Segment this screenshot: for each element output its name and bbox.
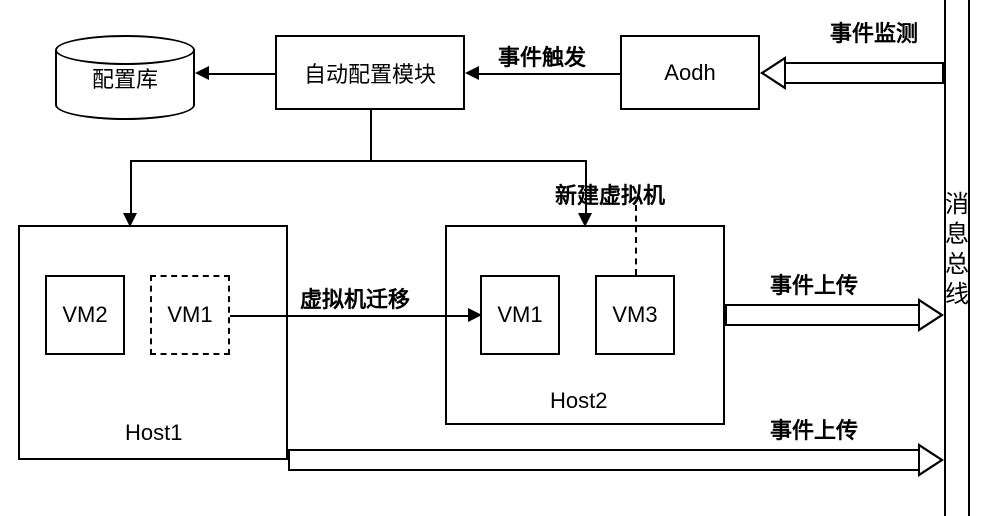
- host1-label: Host1: [125, 420, 182, 446]
- edge-autoconfig-to-db: [208, 73, 275, 75]
- arrowhead-icon: [468, 308, 482, 322]
- vm1-dst-label: VM1: [497, 302, 542, 328]
- migration-label: 虚拟机迁移: [300, 282, 410, 314]
- auto-config-module: 自动配置模块: [275, 35, 465, 110]
- aodh-module: Aodh: [620, 35, 760, 110]
- edge-new-vm: [635, 205, 637, 275]
- bus-char-4: 线: [945, 281, 969, 308]
- edge-autoconfig-split: [130, 160, 585, 162]
- vm3-label: VM3: [612, 302, 657, 328]
- config-db: 配置库: [55, 35, 195, 120]
- event-upload-label-1: 事件上传: [770, 268, 858, 300]
- auto-config-label: 自动配置模块: [304, 57, 436, 89]
- vm2-label: VM2: [62, 302, 107, 328]
- event-monitor-label: 事件监测: [830, 16, 918, 48]
- event-trigger-label: 事件触发: [498, 40, 586, 72]
- edge-vm-migration: [230, 315, 470, 317]
- aodh-label: Aodh: [664, 60, 715, 86]
- edge-host2-to-bus: [725, 298, 944, 332]
- new-vm-label: 新建虚拟机: [555, 178, 665, 210]
- vm1-dest: VM1: [480, 275, 560, 355]
- edge-autoconfig-down: [370, 110, 372, 160]
- host2-label: Host2: [550, 388, 607, 414]
- edge-host1-to-bus: [288, 443, 944, 477]
- event-upload-label-2: 事件上传: [770, 413, 858, 445]
- vm3: VM3: [595, 275, 675, 355]
- bus-char-3: 总: [945, 251, 969, 278]
- arrowhead-icon: [465, 66, 479, 80]
- bus-char-2: 息: [945, 221, 969, 248]
- vm1-source: VM1: [150, 275, 230, 355]
- edge-bus-to-aodh: [760, 56, 944, 90]
- edge-to-host1: [130, 160, 132, 215]
- arrowhead-icon: [195, 66, 209, 80]
- vm2: VM2: [45, 275, 125, 355]
- vm1-src-label: VM1: [167, 302, 212, 328]
- edge-aodh-to-autoconfig: [478, 73, 620, 75]
- bus-char-1: 消: [945, 191, 969, 218]
- message-bus-label: 消 息 总 线: [944, 190, 970, 310]
